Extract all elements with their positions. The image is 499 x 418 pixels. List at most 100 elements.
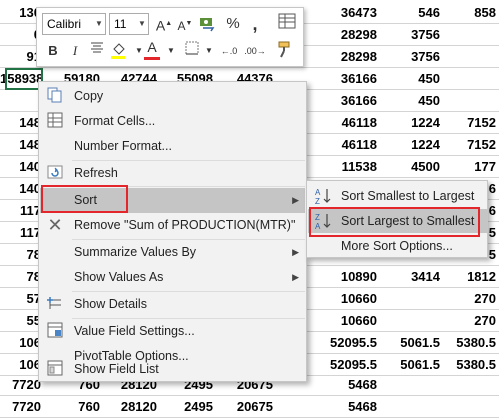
table-cell[interactable]: 858 (443, 2, 499, 24)
submenu-item-label: Sort Smallest to Largest (341, 189, 475, 203)
table-cell[interactable]: 1224 (380, 112, 443, 134)
menu-item-value-field-settings[interactable]: Value Field Settings... (40, 319, 305, 344)
table-cell[interactable]: 7152 (443, 134, 499, 156)
menu-item-label: Remove "Sum of PRODUCTION(MTR)" (74, 218, 296, 232)
table-cell[interactable]: 5380.5 (443, 354, 499, 376)
format-painter-icon[interactable] (275, 40, 295, 62)
bold-icon[interactable]: B (43, 40, 63, 62)
table-cell[interactable] (443, 68, 499, 90)
table-cell[interactable]: 28120 (103, 396, 160, 418)
percent-icon[interactable]: % (223, 13, 243, 35)
table-cell[interactable]: 450 (380, 68, 443, 90)
table-cell[interactable]: 46118 (310, 134, 380, 156)
table-cell[interactable] (380, 288, 443, 310)
grow-font-icon[interactable]: A▲ (154, 13, 174, 35)
show-details-icon (46, 295, 64, 313)
table-cell[interactable]: 46118 (310, 112, 380, 134)
menu-item-show-values-as[interactable]: Show Values As ▶ (40, 265, 305, 290)
menu-item-copy[interactable]: Copy (40, 84, 305, 109)
font-size-dropdown[interactable]: 11 ▼ (109, 13, 149, 35)
submenu-item-more-sort-options[interactable]: More Sort Options... (308, 234, 487, 258)
menu-item-label: Number Format... (74, 139, 172, 153)
submenu-item-sort-ascending[interactable]: A Z Sort Smallest to Largest (308, 184, 487, 208)
field-list-icon (46, 360, 64, 378)
number-format-icon[interactable] (197, 13, 217, 35)
table-cell[interactable]: 36473 (310, 2, 380, 24)
align-center-icon[interactable] (87, 40, 107, 62)
table-cell[interactable]: 20675 (216, 396, 276, 418)
table-cell[interactable]: 36166 (310, 90, 380, 112)
table-cell[interactable] (443, 396, 499, 418)
table-cell[interactable]: 11538 (310, 156, 380, 178)
menu-item-label: Value Field Settings... (74, 324, 195, 338)
menu-item-label: Show Values As (74, 270, 164, 284)
chevron-down-icon: ▼ (95, 19, 103, 28)
field-settings-icon (46, 322, 64, 340)
table-cell[interactable] (443, 90, 499, 112)
table-cell[interactable] (443, 46, 499, 68)
table-cell[interactable] (443, 374, 499, 396)
menu-item-label: Copy (74, 89, 104, 103)
table-cell[interactable]: 760 (44, 396, 103, 418)
table-cell[interactable]: 36166 (310, 68, 380, 90)
increase-decimal-icon[interactable]: ←.0 (217, 40, 241, 62)
table-cell[interactable]: 3756 (380, 46, 443, 68)
menu-item-label: Format Cells... (74, 114, 156, 128)
table-cell[interactable]: 177 (443, 156, 499, 178)
menu-item-show-field-list[interactable]: Show Field List (40, 357, 305, 382)
table-cell[interactable]: 5061.5 (380, 354, 443, 376)
table-cell[interactable] (380, 396, 443, 418)
table-cell[interactable]: 3414 (380, 266, 443, 288)
shrink-font-icon[interactable]: A▼ (175, 13, 195, 35)
mini-toolbar: Calibri ▼ 11 ▼ A▲ A▼ % , B I ▼ A ▼ ▼ ←.0… (36, 7, 304, 67)
table-cell[interactable]: 10890 (310, 266, 380, 288)
table-cell[interactable]: 5061.5 (380, 332, 443, 354)
chevron-down-icon[interactable]: ▼ (199, 40, 219, 62)
menu-item-number-format[interactable]: Number Format... (40, 134, 305, 159)
table-cell[interactable]: 10660 (310, 288, 380, 310)
font-name-dropdown[interactable]: Calibri ▼ (42, 13, 106, 35)
decrease-decimal-icon[interactable]: .00→ (243, 40, 267, 62)
table-cell[interactable]: 52095.5 (310, 332, 380, 354)
table-row[interactable]: 7720 760 28120 2495 20675 5468 (0, 396, 499, 418)
table-cell[interactable]: 450 (380, 90, 443, 112)
submenu-arrow-icon: ▶ (292, 272, 299, 282)
table-cell[interactable]: 1812 (443, 266, 499, 288)
context-menu: Copy Format Cells... Number Format... Re… (38, 81, 307, 382)
fill-color-icon[interactable] (109, 40, 129, 62)
table-cell[interactable]: 7720 (0, 396, 44, 418)
table-format-icon[interactable] (277, 12, 297, 34)
font-color-letter: A (147, 39, 157, 55)
menu-item-format-cells[interactable]: Format Cells... (40, 109, 305, 134)
comma-style-icon[interactable]: , (245, 13, 265, 35)
table-cell[interactable] (380, 374, 443, 396)
table-cell[interactable]: 1224 (380, 134, 443, 156)
table-cell[interactable]: 4500 (380, 156, 443, 178)
table-cell[interactable]: 546 (380, 2, 443, 24)
table-cell[interactable]: 270 (443, 288, 499, 310)
table-cell[interactable] (380, 310, 443, 332)
font-color-icon[interactable]: A (142, 38, 162, 60)
italic-icon[interactable]: I (65, 40, 85, 62)
table-cell[interactable]: 5468 (310, 396, 380, 418)
table-cell[interactable]: 3756 (380, 24, 443, 46)
table-cell[interactable] (443, 24, 499, 46)
table-cell[interactable]: 270 (443, 310, 499, 332)
submenu-item-label: More Sort Options... (341, 239, 453, 253)
table-cell[interactable]: 28298 (310, 46, 380, 68)
chevron-down-icon[interactable]: ▼ (161, 40, 181, 62)
menu-item-show-details[interactable]: Show Details (40, 292, 305, 317)
table-cell[interactable]: 5468 (310, 374, 380, 396)
table-cell[interactable]: 7152 (443, 112, 499, 134)
highlight-box (41, 185, 128, 213)
menu-item-refresh[interactable]: Refresh (40, 161, 305, 186)
table-cell[interactable]: 5380.5 (443, 332, 499, 354)
menu-item-remove-field[interactable]: ✕ Remove "Sum of PRODUCTION(MTR)" (40, 213, 305, 238)
font-size-value: 11 (114, 17, 127, 31)
table-cell[interactable]: 2495 (160, 396, 216, 418)
menu-item-summarize-values[interactable]: Summarize Values By ▶ (40, 240, 305, 265)
table-cell[interactable]: 28298 (310, 24, 380, 46)
menu-item-label: Refresh (74, 166, 118, 180)
table-cell[interactable]: 10660 (310, 310, 380, 332)
table-cell[interactable]: 52095.5 (310, 354, 380, 376)
